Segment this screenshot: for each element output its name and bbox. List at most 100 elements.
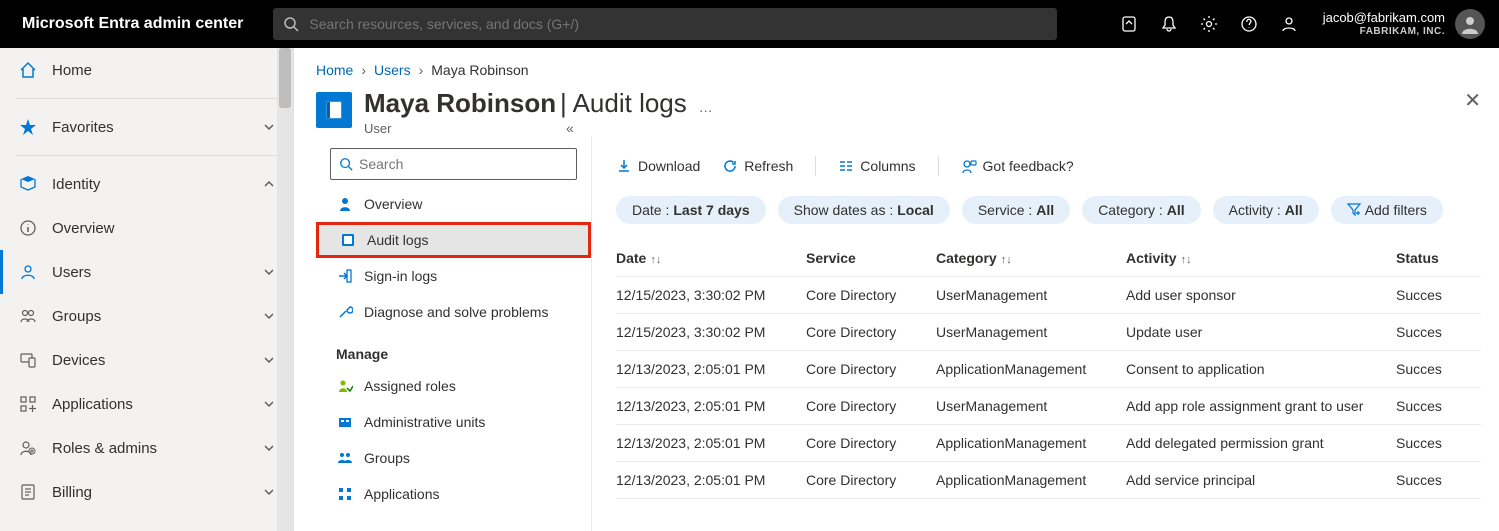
breadcrumb-users[interactable]: Users (374, 62, 411, 78)
filter-show-dates[interactable]: Show dates as : Local (778, 196, 950, 224)
search-icon (339, 157, 353, 171)
nav-applications[interactable]: Applications (0, 382, 293, 426)
nav-roles-admins[interactable]: Roles & admins (0, 426, 293, 470)
sub-assigned-roles[interactable]: Assigned roles (316, 368, 591, 404)
cell-service: Core Directory (806, 425, 936, 462)
filter-date[interactable]: Date : Last 7 days (616, 196, 766, 224)
subnav-search-input[interactable] (359, 156, 568, 172)
close-button[interactable]: ✕ (1464, 88, 1481, 113)
copilot-icon[interactable] (1109, 0, 1149, 48)
nav-devices[interactable]: Devices (0, 338, 293, 382)
table-row[interactable]: 12/15/2023, 3:30:02 PMCore DirectoryUser… (616, 277, 1481, 314)
cell-date: 12/13/2023, 2:05:01 PM (616, 425, 806, 462)
subnav-search[interactable] (330, 148, 577, 180)
table-row[interactable]: 12/13/2023, 2:05:01 PMCore DirectoryUser… (616, 388, 1481, 425)
chevron-down-icon (263, 442, 275, 454)
chevron-down-icon (263, 266, 275, 278)
sub-admin-units-label: Administrative units (364, 414, 485, 430)
cell-status: Succes (1396, 314, 1481, 351)
settings-icon[interactable] (1189, 0, 1229, 48)
cell-date: 12/13/2023, 2:05:01 PM (616, 351, 806, 388)
global-search-input[interactable] (309, 16, 1047, 32)
nav-identity[interactable]: Identity (0, 162, 293, 206)
sub-applications[interactable]: Applications (316, 476, 591, 512)
table-row[interactable]: 12/15/2023, 3:30:02 PMCore DirectoryUser… (616, 314, 1481, 351)
table-row[interactable]: 12/13/2023, 2:05:01 PMCore DirectoryAppl… (616, 351, 1481, 388)
add-filters-label: Add filters (1365, 202, 1427, 218)
filter-pills: Date : Last 7 days Show dates as : Local… (616, 196, 1481, 224)
col-status[interactable]: Status (1396, 240, 1481, 277)
feedback-icon (961, 158, 977, 174)
chevron-down-icon (263, 121, 275, 133)
sub-admin-units[interactable]: Administrative units (316, 404, 591, 440)
nav-identity-label: Identity (52, 176, 100, 193)
feedback-person-icon[interactable] (1269, 0, 1309, 48)
left-nav: Home Favorites Identity Overview Users G… (0, 48, 294, 531)
nav-users[interactable]: Users (0, 250, 293, 294)
sub-overview[interactable]: Overview (316, 186, 591, 222)
nav-home[interactable]: Home (0, 48, 293, 92)
audit-table: Date↑↓ Service Category↑↓ Activity↑↓ Sta… (616, 240, 1481, 499)
cell-service: Core Directory (806, 462, 936, 499)
cell-service: Core Directory (806, 351, 936, 388)
table-row[interactable]: 12/13/2023, 2:05:01 PMCore DirectoryAppl… (616, 462, 1481, 499)
user-tenant: FABRIKAM, INC. (1360, 26, 1445, 38)
table-row[interactable]: 12/13/2023, 2:05:01 PMCore DirectoryAppl… (616, 425, 1481, 462)
nav-devices-label: Devices (52, 352, 105, 369)
add-filters-button[interactable]: Add filters (1331, 196, 1443, 224)
nav-favorites-label: Favorites (52, 119, 114, 136)
nav-overview[interactable]: Overview (0, 206, 293, 250)
download-button[interactable]: Download (616, 158, 700, 174)
filter-activity[interactable]: Activity : All (1213, 196, 1319, 224)
col-date[interactable]: Date↑↓ (616, 240, 806, 277)
global-search[interactable] (273, 8, 1057, 40)
nav-billing[interactable]: Billing (0, 470, 293, 514)
sub-section-manage: Manage (316, 330, 591, 368)
identity-icon (18, 174, 38, 194)
role-icon (336, 378, 354, 394)
sub-applications-label: Applications (364, 486, 440, 502)
cell-activity: Add app role assignment grant to user (1126, 388, 1396, 425)
nav-favorites[interactable]: Favorites (0, 105, 293, 149)
more-icon[interactable]: … (699, 99, 713, 115)
avatar[interactable] (1455, 9, 1485, 39)
cell-activity: Update user (1126, 314, 1396, 351)
user-account[interactable]: jacob@fabrikam.com FABRIKAM, INC. (1309, 10, 1453, 38)
cell-date: 12/15/2023, 3:30:02 PM (616, 314, 806, 351)
cell-category: UserManagement (936, 314, 1126, 351)
log-icon (339, 232, 357, 248)
feedback-button[interactable]: Got feedback? (961, 158, 1074, 174)
columns-label: Columns (860, 158, 915, 174)
detail-panel: Download Refresh Columns Got feedback (592, 136, 1481, 531)
cell-status: Succes (1396, 351, 1481, 388)
filter-service[interactable]: Service : All (962, 196, 1070, 224)
cell-date: 12/13/2023, 2:05:01 PM (616, 388, 806, 425)
roles-icon (18, 438, 38, 458)
sub-groups[interactable]: Groups (316, 440, 591, 476)
help-icon[interactable] (1229, 0, 1269, 48)
sub-audit-logs-label: Audit logs (367, 232, 428, 248)
cell-status: Succes (1396, 388, 1481, 425)
col-category[interactable]: Category↑↓ (936, 240, 1126, 277)
info-icon (18, 218, 38, 238)
nav-scrollbar[interactable] (277, 48, 293, 531)
col-activity[interactable]: Activity↑↓ (1126, 240, 1396, 277)
sub-diagnose[interactable]: Diagnose and solve problems (316, 294, 591, 330)
notifications-icon[interactable] (1149, 0, 1189, 48)
cell-status: Succes (1396, 462, 1481, 499)
page-subtitle-type: User (364, 121, 713, 136)
cell-category: ApplicationManagement (936, 351, 1126, 388)
filter-category[interactable]: Category : All (1082, 196, 1200, 224)
col-service[interactable]: Service (806, 240, 936, 277)
apps-icon (18, 394, 38, 414)
apps-icon (336, 486, 354, 502)
nav-groups[interactable]: Groups (0, 294, 293, 338)
cell-date: 12/13/2023, 2:05:01 PM (616, 462, 806, 499)
nav-roles-admins-label: Roles & admins (52, 440, 157, 457)
columns-button[interactable]: Columns (838, 158, 915, 174)
refresh-button[interactable]: Refresh (722, 158, 793, 174)
sub-signin-logs-label: Sign-in logs (364, 268, 437, 284)
sub-audit-logs[interactable]: Audit logs (316, 222, 591, 258)
breadcrumb-home[interactable]: Home (316, 62, 353, 78)
sub-signin-logs[interactable]: Sign-in logs (316, 258, 591, 294)
